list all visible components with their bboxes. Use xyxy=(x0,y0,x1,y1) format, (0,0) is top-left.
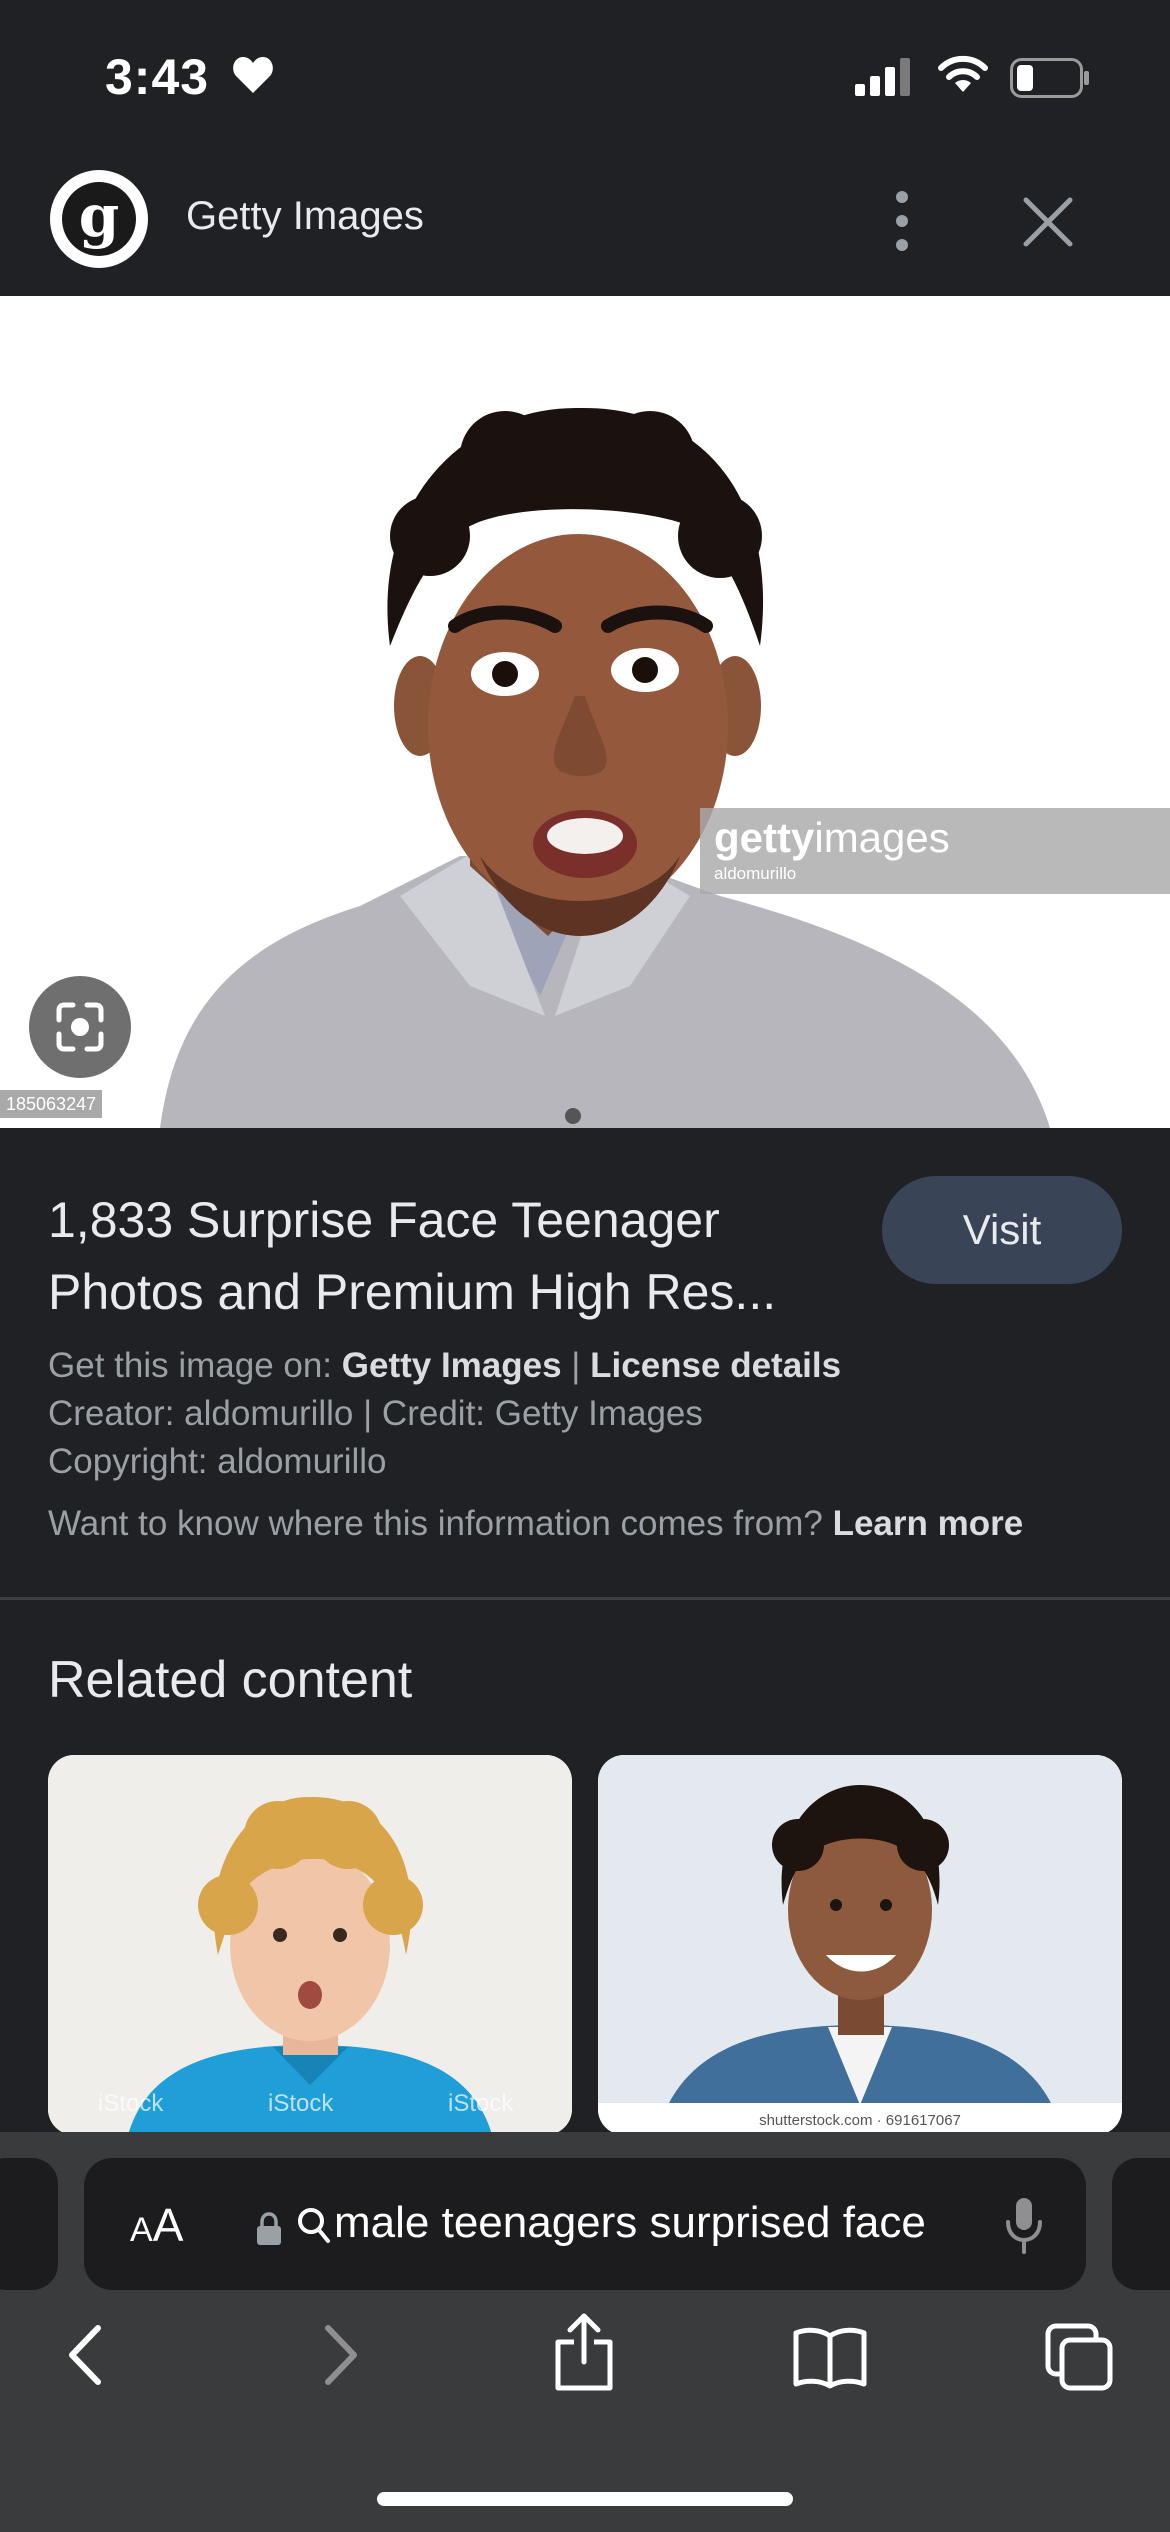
related-image-smiling-teen xyxy=(598,1755,1122,2135)
watermark-istock-1: iStock xyxy=(98,2090,164,2117)
image-caption: shutterstock.com · 691617067 xyxy=(759,2112,961,2129)
visit-button[interactable]: Visit xyxy=(882,1176,1122,1284)
aa-small: A xyxy=(130,2211,153,2249)
related-content-title: Related content xyxy=(48,1651,413,1709)
info-source-line: Want to know where this information come… xyxy=(48,1504,1023,1544)
get-image-source-link[interactable]: Getty Images xyxy=(342,1346,562,1385)
heart-icon xyxy=(233,57,273,93)
back-arrow-icon[interactable] xyxy=(60,2320,114,2390)
lens-search-button[interactable] xyxy=(29,976,131,1078)
preview-image[interactable]: gettyimages aldomurillo 185063247 xyxy=(0,296,1170,1128)
more-options-icon[interactable] xyxy=(880,188,924,254)
result-info: 1,833 Surprise Face Teenager Photos and … xyxy=(0,1128,1170,1598)
image-id-label: 185063247 xyxy=(0,1090,103,1118)
learn-more-link[interactable]: Learn more xyxy=(833,1504,1024,1543)
portrait-illustration xyxy=(160,407,1050,1128)
text-size-button[interactable]: AA xyxy=(130,2198,183,2252)
status-bar: 3:43 xyxy=(0,0,1170,150)
site-logo[interactable]: g xyxy=(50,170,148,268)
related-image-blond-boy xyxy=(48,1755,572,2135)
tabs-icon[interactable] xyxy=(1044,2322,1114,2392)
cellular-signal-icon xyxy=(855,58,910,96)
copyright-line: Copyright: aldomurillo xyxy=(48,1442,387,1481)
aa-big: A xyxy=(152,2199,184,2251)
battery-icon xyxy=(1010,58,1089,98)
result-title[interactable]: 1,833 Surprise Face Teenager Photos and … xyxy=(48,1184,868,1328)
microphone-icon[interactable] xyxy=(1002,2196,1046,2256)
license-details-link[interactable]: License details xyxy=(590,1346,841,1385)
source-header: g Getty Images xyxy=(0,150,1170,296)
lock-icon xyxy=(257,2212,281,2245)
watermark-brand-bold: getty xyxy=(714,814,815,861)
site-logo-letter: g xyxy=(62,182,136,256)
result-title-line2: Photos and Premium High Res... xyxy=(48,1264,777,1320)
next-tab-preview[interactable] xyxy=(1112,2158,1170,2290)
related-card[interactable]: shutterstock.com · 691617067 xyxy=(598,1755,1122,2135)
section-divider xyxy=(0,1597,1170,1600)
result-title-line1: 1,833 Surprise Face Teenager xyxy=(48,1192,720,1248)
address-bar[interactable]: AA male teenagers surprised face xyxy=(84,2158,1086,2290)
wifi-icon xyxy=(938,55,988,92)
share-icon[interactable] xyxy=(552,2312,616,2392)
watermark-istock-2: iStock xyxy=(268,2090,334,2117)
get-image-line: Get this image on: Getty Images | Licens… xyxy=(48,1346,841,1386)
search-icon xyxy=(298,2208,330,2243)
get-image-prefix: Get this image on: xyxy=(48,1346,342,1385)
bookmarks-icon[interactable] xyxy=(792,2326,868,2390)
info-question: Want to know where this information come… xyxy=(48,1504,833,1543)
home-indicator xyxy=(377,2492,793,2506)
watermark-brand-light: images xyxy=(814,814,950,861)
separator: | xyxy=(561,1346,591,1385)
forward-arrow-icon[interactable] xyxy=(312,2320,366,2390)
image-watermark: gettyimages aldomurillo xyxy=(700,808,1170,894)
status-time: 3:43 xyxy=(105,49,210,105)
previous-tab-preview[interactable] xyxy=(0,2158,58,2290)
site-name[interactable]: Getty Images xyxy=(186,194,424,239)
creator-line: Creator: aldomurillo | Credit: Getty Ima… xyxy=(48,1394,703,1433)
watermark-istock-3: iStock xyxy=(448,2090,514,2117)
lens-icon xyxy=(56,1002,104,1052)
watermark-credit: aldomurillo xyxy=(714,864,797,883)
related-card[interactable]: iStock iStock iStock xyxy=(48,1755,572,2135)
close-icon[interactable] xyxy=(1020,194,1076,250)
address-text[interactable]: male teenagers surprised face xyxy=(334,2198,926,2248)
